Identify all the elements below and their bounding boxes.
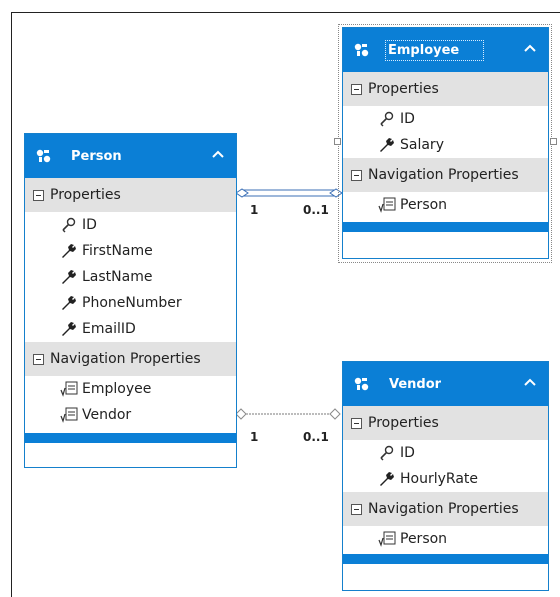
entity-footer <box>343 222 548 232</box>
collapse-box-icon[interactable] <box>351 169 362 181</box>
section-label: Navigation Properties <box>368 501 519 517</box>
collapse-box-icon[interactable] <box>351 503 362 515</box>
key-icon <box>380 111 394 127</box>
key-icon <box>62 217 76 233</box>
navigation-row[interactable]: Person <box>343 192 548 218</box>
multiplicity-person-vendor-left: 1 <box>250 430 259 444</box>
navigation-section-header[interactable]: Navigation Properties <box>343 492 548 526</box>
property-name: Salary <box>400 137 444 153</box>
navigation-section-header[interactable]: Navigation Properties <box>25 342 236 376</box>
collapse-chevron-icon[interactable] <box>524 44 536 52</box>
collapse-box-icon[interactable] <box>351 417 362 429</box>
navigation-section-header[interactable]: Navigation Properties <box>343 158 548 192</box>
wrench-icon <box>62 270 76 284</box>
association-person-vendor[interactable] <box>235 408 341 420</box>
navigation-property-icon <box>378 197 396 213</box>
navigation-property-icon <box>60 407 78 423</box>
entity-title: Vendor <box>389 376 442 392</box>
property-name: LastName <box>82 269 153 285</box>
multiplicity-person-employee-right: 0..1 <box>303 203 329 217</box>
wrench-icon <box>62 322 76 336</box>
navigation-row[interactable]: Employee <box>25 376 236 402</box>
property-row[interactable]: FirstName <box>25 238 236 264</box>
wrench-icon <box>62 296 76 310</box>
property-row[interactable]: ID <box>343 106 548 132</box>
entity-footer <box>343 554 548 564</box>
navigation-row[interactable]: Person <box>343 526 548 552</box>
properties-section-header[interactable]: Properties <box>25 178 236 212</box>
entity-icon <box>354 43 369 57</box>
entity-employee[interactable]: Employee Properties ID Salary Navigation… <box>342 27 549 259</box>
entity-person-header[interactable]: Person <box>25 134 236 178</box>
wrench-icon <box>380 472 394 486</box>
property-name: ID <box>400 111 415 127</box>
resize-handle-left[interactable] <box>334 138 341 145</box>
entity-icon <box>354 377 369 391</box>
collapse-chevron-icon[interactable] <box>212 150 224 158</box>
properties-section-header[interactable]: Properties <box>343 72 548 106</box>
entity-person[interactable]: Person Properties ID FirstName LastName … <box>24 133 237 468</box>
section-label: Properties <box>368 81 439 97</box>
resize-handle-right[interactable] <box>550 138 557 145</box>
property-row[interactable]: PhoneNumber <box>25 290 236 316</box>
property-name: HourlyRate <box>400 471 478 487</box>
navigation-name: Employee <box>82 381 152 397</box>
property-name: ID <box>82 217 97 233</box>
entity-footer <box>25 433 236 443</box>
collapse-box-icon[interactable] <box>33 189 44 201</box>
properties-section-header[interactable]: Properties <box>343 406 548 440</box>
property-name: FirstName <box>82 243 153 259</box>
entity-employee-header[interactable]: Employee <box>343 28 548 72</box>
association-person-employee[interactable] <box>235 188 343 198</box>
property-name: EmailID <box>82 321 136 337</box>
collapse-chevron-icon[interactable] <box>524 378 536 386</box>
entity-vendor-header[interactable]: Vendor <box>343 362 548 406</box>
multiplicity-person-vendor-right: 0..1 <box>303 430 329 444</box>
collapse-box-icon[interactable] <box>351 83 362 95</box>
multiplicity-person-employee-left: 1 <box>250 203 259 217</box>
property-row[interactable]: LastName <box>25 264 236 290</box>
navigation-property-icon <box>60 381 78 397</box>
property-row[interactable]: ID <box>25 212 236 238</box>
entity-title[interactable]: Employee <box>385 39 485 61</box>
property-row[interactable]: EmailID <box>25 316 236 342</box>
property-row[interactable]: HourlyRate <box>343 466 548 492</box>
section-label: Navigation Properties <box>50 351 201 367</box>
entity-icon <box>36 149 51 163</box>
section-label: Properties <box>368 415 439 431</box>
navigation-property-icon <box>378 531 396 547</box>
navigation-row[interactable]: Vendor <box>25 402 236 428</box>
entity-vendor[interactable]: Vendor Properties ID HourlyRate Navigati… <box>342 361 549 591</box>
property-name: PhoneNumber <box>82 295 182 311</box>
wrench-icon <box>62 244 76 258</box>
property-row[interactable]: Salary <box>343 132 548 158</box>
collapse-box-icon[interactable] <box>33 353 44 365</box>
property-name: ID <box>400 445 415 461</box>
navigation-name: Person <box>400 197 448 213</box>
wrench-icon <box>380 138 394 152</box>
section-label: Navigation Properties <box>368 167 519 183</box>
key-icon <box>380 445 394 461</box>
entity-title: Person <box>71 148 122 164</box>
property-row[interactable]: ID <box>343 440 548 466</box>
navigation-name: Person <box>400 531 448 547</box>
section-label: Properties <box>50 187 121 203</box>
navigation-name: Vendor <box>82 407 132 423</box>
